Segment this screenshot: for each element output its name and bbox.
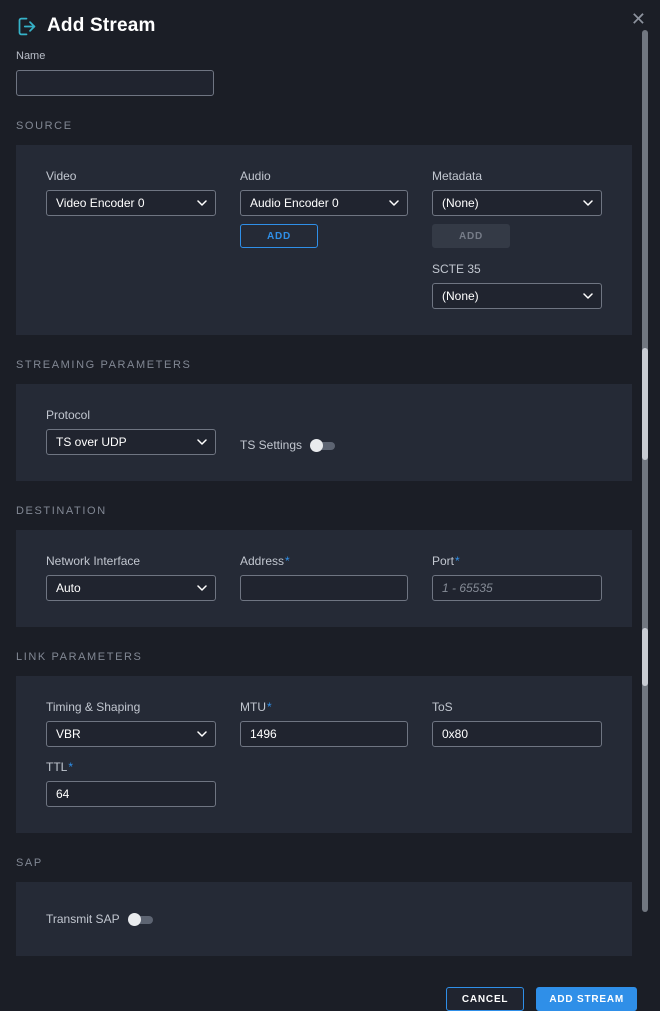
dialog-footer: CANCEL ADD STREAM xyxy=(0,956,660,1011)
audio-select[interactable]: Audio Encoder 0 xyxy=(240,190,408,216)
transmit-sap-group: Transmit SAP xyxy=(46,912,154,926)
chevron-down-icon xyxy=(197,439,207,445)
metadata-add-button: ADD xyxy=(432,224,510,248)
protocol-field-group: Protocol TS over UDP xyxy=(46,408,216,455)
scrollbar-thumb[interactable] xyxy=(642,348,648,460)
chevron-down-icon xyxy=(389,200,399,206)
scrollbar-thumb[interactable] xyxy=(642,628,648,686)
name-label: Name xyxy=(16,49,214,63)
required-mark: * xyxy=(68,760,73,774)
network-interface-label: Network Interface xyxy=(46,554,216,568)
cancel-button[interactable]: CANCEL xyxy=(446,987,524,1011)
chevron-down-icon xyxy=(197,200,207,206)
ttl-input[interactable] xyxy=(46,781,216,807)
audio-add-button[interactable]: ADD xyxy=(240,224,318,248)
tos-label: ToS xyxy=(432,700,602,714)
metadata-label: Metadata xyxy=(432,169,602,183)
port-input[interactable] xyxy=(432,575,602,601)
mtu-input[interactable] xyxy=(240,721,408,747)
audio-label: Audio xyxy=(240,169,408,183)
timing-shaping-label: Timing & Shaping xyxy=(46,700,216,714)
scte35-select-value: (None) xyxy=(442,289,479,303)
chevron-down-icon xyxy=(197,731,207,737)
toggle-knob xyxy=(128,913,141,926)
ts-settings-label: TS Settings xyxy=(240,438,302,452)
audio-select-value: Audio Encoder 0 xyxy=(250,196,339,210)
sap-panel: Transmit SAP xyxy=(16,882,632,956)
timing-shaping-select-value: VBR xyxy=(56,727,81,741)
address-label: Address* xyxy=(240,554,408,568)
transmit-sap-label: Transmit SAP xyxy=(46,912,120,926)
scrollbar[interactable] xyxy=(642,30,648,912)
scte35-select[interactable]: (None) xyxy=(432,283,602,309)
metadata-select[interactable]: (None) xyxy=(432,190,602,216)
close-icon[interactable]: ✕ xyxy=(625,4,652,34)
video-label: Video xyxy=(46,169,216,183)
ttl-field-group: TTL* xyxy=(46,760,216,807)
scte35-label: SCTE 35 xyxy=(432,262,602,276)
add-stream-button[interactable]: ADD STREAM xyxy=(536,987,637,1011)
chevron-down-icon xyxy=(583,200,593,206)
streaming-panel: Protocol TS over UDP TS Settings xyxy=(16,384,632,481)
timing-shaping-field-group: Timing & Shaping VBR xyxy=(46,700,216,747)
name-input[interactable] xyxy=(16,70,214,96)
tos-field-group: ToS xyxy=(432,700,602,747)
video-select-value: Video Encoder 0 xyxy=(56,196,145,210)
network-interface-select[interactable]: Auto xyxy=(46,575,216,601)
dialog-header: Add Stream xyxy=(0,0,660,43)
chevron-down-icon xyxy=(583,293,593,299)
protocol-select-value: TS over UDP xyxy=(56,435,127,449)
page-title: Add Stream xyxy=(47,15,156,37)
link-panel: Timing & Shaping VBR MTU* ToS TTL* xyxy=(16,676,632,833)
chevron-down-icon xyxy=(197,585,207,591)
source-panel: Video Video Encoder 0 Audio Audio Encode… xyxy=(16,145,632,335)
section-heading-sap: SAP xyxy=(16,857,644,869)
tos-input[interactable] xyxy=(432,721,602,747)
timing-shaping-select[interactable]: VBR xyxy=(46,721,216,747)
mtu-field-group: MTU* xyxy=(240,700,408,747)
add-stream-dialog: Add Stream ✕ Name SOURCE Video Video Enc… xyxy=(0,0,660,979)
scte35-field-group: SCTE 35 (None) xyxy=(432,262,602,309)
transmit-sap-toggle[interactable] xyxy=(128,913,154,926)
ts-settings-toggle[interactable] xyxy=(310,439,336,452)
video-field-group: Video Video Encoder 0 xyxy=(46,169,216,216)
address-field-group: Address* xyxy=(240,554,408,601)
metadata-select-value: (None) xyxy=(442,196,479,210)
destination-panel: Network Interface Auto Address* Port* xyxy=(16,530,632,627)
video-select[interactable]: Video Encoder 0 xyxy=(46,190,216,216)
network-interface-select-value: Auto xyxy=(56,581,81,595)
ts-settings-group: TS Settings xyxy=(240,435,408,455)
name-field-group: Name xyxy=(16,49,214,96)
mtu-label: MTU* xyxy=(240,700,408,714)
required-mark: * xyxy=(285,554,290,568)
section-heading-streaming: STREAMING PARAMETERS xyxy=(16,359,644,371)
audio-field-group: Audio Audio Encoder 0 xyxy=(240,169,408,216)
required-mark: * xyxy=(455,554,460,568)
network-interface-field-group: Network Interface Auto xyxy=(46,554,216,601)
section-heading-destination: DESTINATION xyxy=(16,505,644,517)
section-heading-link: LINK PARAMETERS xyxy=(16,651,644,663)
protocol-select[interactable]: TS over UDP xyxy=(46,429,216,455)
metadata-field-group: Metadata (None) xyxy=(432,169,602,216)
toggle-knob xyxy=(310,439,323,452)
port-field-group: Port* xyxy=(432,554,602,601)
section-heading-source: SOURCE xyxy=(16,120,644,132)
port-label: Port* xyxy=(432,554,602,568)
protocol-label: Protocol xyxy=(46,408,216,422)
ttl-label: TTL* xyxy=(46,760,216,774)
required-mark: * xyxy=(267,700,272,714)
stream-out-icon xyxy=(16,16,37,37)
address-input[interactable] xyxy=(240,575,408,601)
